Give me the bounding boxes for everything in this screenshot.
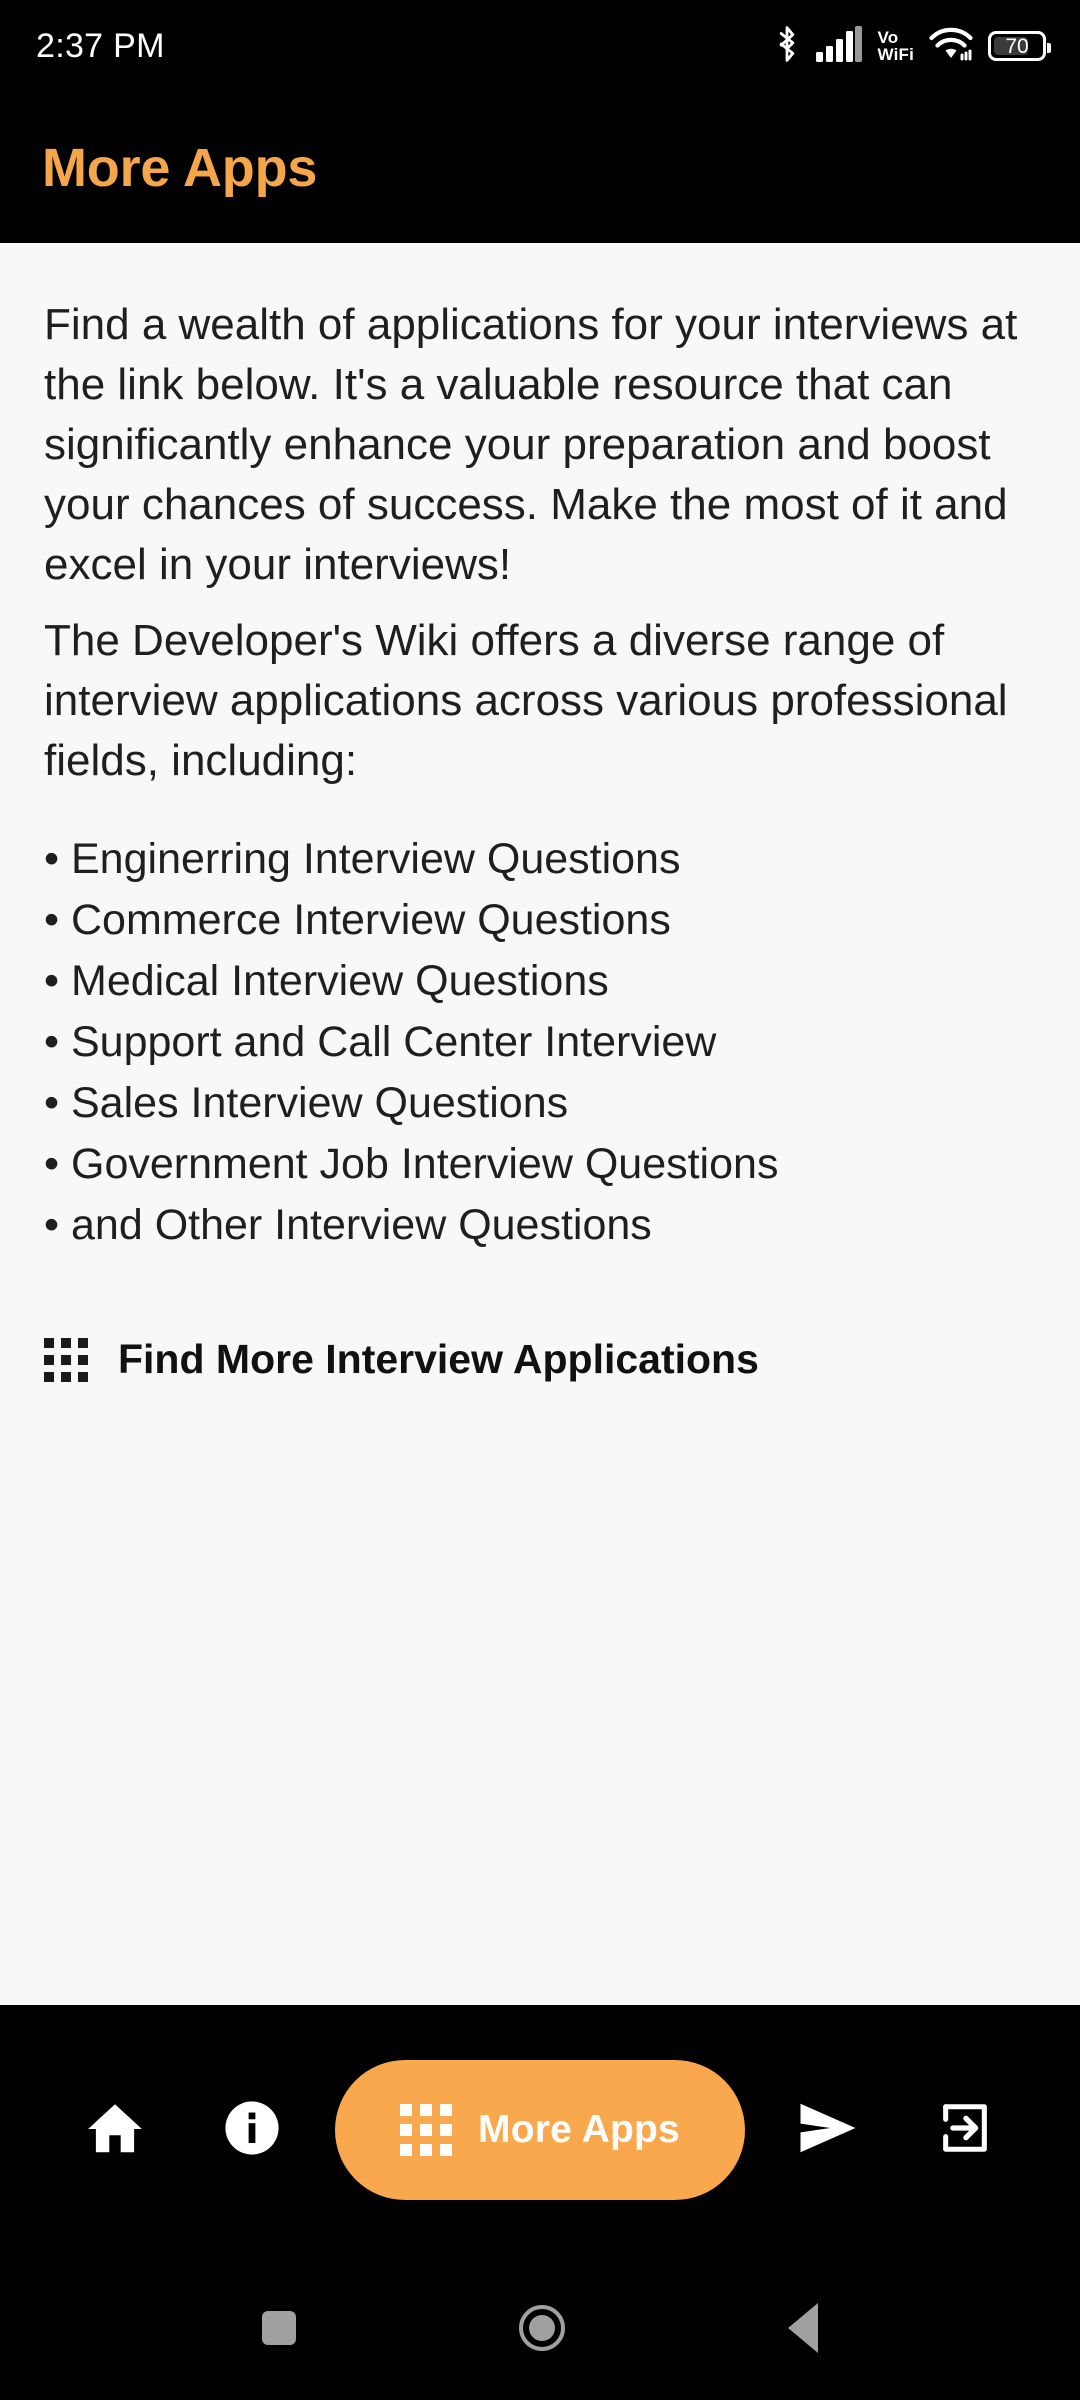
recents-square-icon[interactable] [261,2310,296,2345]
back-triangle-icon[interactable] [788,2302,819,2353]
list-item: • Sales Interview Questions [44,1079,569,1127]
list-item: • Medical Interview Questions [44,957,609,1005]
send-icon [795,2099,861,2162]
wifi-icon [929,27,973,66]
list-item: • Enginerring Interview Questions [44,835,681,883]
vowifi-line1: Vo [877,28,899,47]
exit-icon [936,2099,994,2162]
status-clock: 2:37 PM [36,26,165,65]
cellular-signal-icon [816,25,863,67]
battery-level-label: 70 [1005,34,1029,58]
home-circle-icon[interactable] [518,2304,565,2351]
vowifi-line2: WiFi [877,45,914,64]
wiki-paragraph: The Developer's Wiki offers a diverse ra… [44,616,1008,785]
bottom-navigation-bar: More Apps [0,2005,1080,2255]
bluetooth-icon [773,25,801,68]
apps-grid-icon [44,1337,88,1382]
nav-info-button[interactable] [197,2075,307,2185]
nav-exit-button[interactable] [910,2075,1020,2185]
status-bar: 2:37 PM Vo WiFi 70 [0,0,1080,92]
vowifi-indicator: Vo WiFi [877,29,914,63]
intro-paragraph: Find a wealth of applications for your i… [44,300,1018,589]
list-item: • Support and Call Center Interview [44,1018,717,1066]
home-icon [84,2097,146,2164]
find-more-label: Find More Interview Applications [118,1336,759,1382]
more-apps-label: More Apps [478,2108,680,2151]
find-more-applications-link[interactable]: Find More Interview Applications [44,1336,1036,1383]
list-item: • Commerce Interview Questions [44,896,671,944]
nav-share-button[interactable] [773,2075,883,2185]
list-item: • and Other Interview Questions [44,1201,652,1249]
app-bar: More Apps [0,92,1080,243]
nav-more-apps-button[interactable]: More Apps [334,2060,745,2200]
status-icon-group: Vo WiFi 70 [773,25,1051,68]
apps-grid-icon [400,2104,453,2156]
info-icon [223,2099,281,2162]
battery-indicator: 70 [988,31,1051,61]
phone-screen: 2:37 PM Vo WiFi 70 More Apps Find a weal… [0,0,1080,2400]
page-title: More Apps [42,137,318,198]
system-navigation-bar [0,2255,1080,2400]
list-item: • Government Job Interview Questions [44,1140,779,1188]
category-list: • Enginerring Interview Questions • Comm… [44,829,1036,1256]
nav-home-button[interactable] [60,2075,170,2185]
content-area: Find a wealth of applications for your i… [0,243,1080,2005]
